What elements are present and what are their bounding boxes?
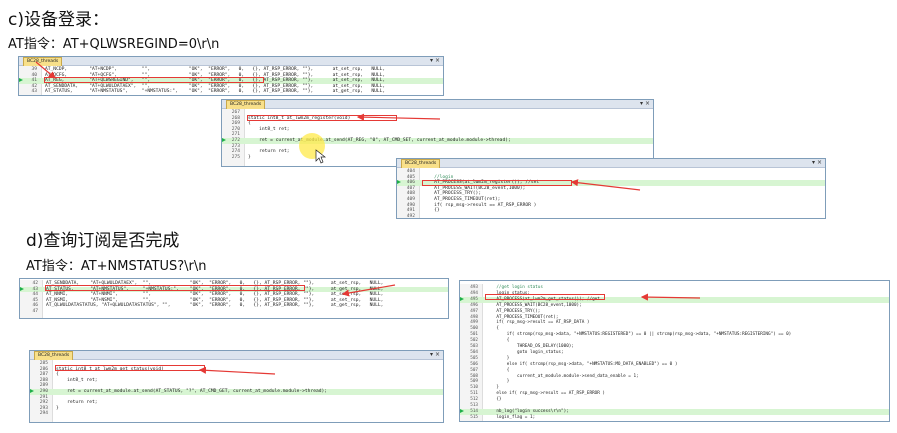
- code-area: 404 405 //login 406 AT_PROCESS(at_lwm2m_re…: [397, 168, 825, 218]
- line-number: 47: [32, 309, 38, 314]
- line-number: 506: [470, 361, 478, 367]
- code-text[interactable]: AT_PROCESS_WAIT(BC28_event,1000);: [486, 303, 581, 309]
- code-window-lwm2m-get-status: BC28_threads ▾ × 285 286 static int8_t at_…: [29, 350, 444, 423]
- line-number: 494: [470, 290, 478, 296]
- code-text[interactable]: }: [248, 155, 251, 161]
- code-window-at-table-1: BC28_threads ▾ × 39 AT_NCDP, "AT+NCDP", "…: [18, 56, 444, 96]
- current-line-marker-icon: [19, 78, 23, 83]
- code-text[interactable]: else if( strcmp(rsp_msg->data, "+NMSTATU…: [486, 362, 678, 368]
- code-line: 43 AT_STATUS, "AT+NMSTATUS", "+NMSTATUS:"…: [19, 89, 443, 95]
- code-text[interactable]: login_flag = 1;: [486, 415, 535, 421]
- code-text[interactable]: }: [486, 356, 510, 362]
- line-number: 504: [470, 349, 478, 355]
- window-controls[interactable]: ▾ ×: [640, 100, 650, 108]
- annotation-box: [485, 294, 605, 301]
- line-number: 43: [31, 89, 37, 95]
- line-number: 275: [231, 154, 240, 160]
- code-area: 285 286 static int8_t at_lwm2m_get_status(…: [30, 360, 443, 422]
- current-line-marker-icon: [460, 297, 464, 302]
- editor-tab[interactable]: BC28_threads: [23, 57, 63, 66]
- annotation-box: [44, 77, 264, 84]
- editor-tab[interactable]: BC28_threads: [34, 351, 74, 360]
- annotation-box: [45, 285, 305, 292]
- code-window-at-table-2: 42 AT_SENDDATA, "AT+QLWULDATAEX", "", "OK…: [19, 278, 449, 319]
- code-text[interactable]: else if( rsp_msg->result == AT_RSP_ERROR…: [486, 391, 605, 397]
- editor-tab[interactable]: BC28_threads: [401, 159, 441, 168]
- line-number: 511: [470, 391, 478, 397]
- line-number: 505: [470, 355, 478, 361]
- code-text[interactable]: nb_log("login success\r\n");: [486, 409, 568, 415]
- window-controls[interactable]: ▾ ×: [430, 57, 440, 65]
- editor-tab-bar: BC28_threads ▾ ×: [397, 159, 825, 168]
- code-text[interactable]: AT_PROCESS_TRY();: [486, 309, 540, 315]
- code-text[interactable]: {: [486, 368, 510, 374]
- code-area: 42 AT_SENDDATA, "AT+QLWULDATAEX", "", "OK…: [20, 280, 448, 318]
- section-d-at-command: AT指令：AT+NMSTATUS?\r\n: [26, 259, 207, 274]
- annotation-box: [422, 180, 572, 187]
- current-line-marker-icon: [30, 389, 34, 394]
- current-line-marker-icon: [460, 409, 464, 414]
- code-window-lwm2m-register: BC28_threads ▾ × 267 268 static int8_t at_…: [221, 99, 654, 167]
- window-controls[interactable]: ▾ ×: [812, 159, 822, 167]
- line-number: 492: [406, 213, 415, 219]
- code-text[interactable]: THREAD_OS_DELAY(1000);: [486, 344, 574, 350]
- line-number: 503: [470, 344, 478, 349]
- annotation-box: [55, 365, 205, 372]
- editor-tab[interactable]: BC28_threads: [226, 100, 266, 109]
- section-c-heading: c)设备登录：: [8, 10, 109, 30]
- code-text[interactable]: AT_STATUS, "AT+NMSTATUS", "+NMSTATUS:", …: [45, 89, 385, 95]
- code-line: 492: [397, 213, 825, 219]
- code-text[interactable]: {}: [486, 397, 501, 403]
- code-window-status-loop: 493 //get login status 494 login_status: 4…: [459, 280, 890, 422]
- code-area: 39 AT_NCDP, "AT+NCDP", "", "OK", "ERROR",…: [19, 66, 443, 95]
- current-line-marker-icon: [222, 138, 226, 143]
- section-c-at-command: AT指令：AT+QLWSREGIND=0\r\n: [8, 37, 220, 52]
- line-number: 507: [470, 367, 478, 373]
- code-text[interactable]: //get login status: [486, 285, 543, 291]
- code-text[interactable]: if( rsp_msg->result == AT_RSP_DATA ): [486, 320, 589, 326]
- code-text[interactable]: goto login_status;: [486, 350, 564, 356]
- editor-tab-bar: BC28_threads ▾ ×: [30, 351, 443, 360]
- section-d-heading: d)查询订阅是否完成: [26, 231, 180, 251]
- code-line: 294: [30, 411, 443, 417]
- current-line-marker-icon: [20, 286, 24, 291]
- line-number: 512: [470, 397, 478, 403]
- line-number: 493: [470, 285, 478, 290]
- line-number: 497: [470, 308, 478, 314]
- annotation-box: [247, 115, 397, 122]
- code-area: 493 //get login status 494 login_status: 4…: [460, 284, 889, 421]
- code-text[interactable]: if( strcmp(rsp_msg->data, "+NMSTATUS:REG…: [486, 332, 792, 338]
- current-line-marker-icon: [397, 180, 401, 185]
- line-number: 502: [470, 338, 478, 344]
- line-number: 514: [470, 408, 478, 414]
- code-window-login-process: BC28_threads ▾ × 404 405 //login 406 AT_PR…: [396, 158, 826, 219]
- line-number: 495: [470, 296, 478, 302]
- line-number: 294: [39, 411, 48, 417]
- code-line: 47: [20, 309, 448, 315]
- editor-tab-bar: BC28_threads ▾ ×: [19, 57, 443, 66]
- window-controls[interactable]: ▾ ×: [430, 351, 440, 359]
- line-number: 501: [470, 332, 478, 338]
- code-line: 515 login_flag = 1;: [460, 415, 889, 421]
- line-number: 513: [470, 403, 478, 408]
- line-number: 515: [470, 414, 478, 420]
- code-text[interactable]: {: [486, 338, 510, 344]
- line-number: 496: [470, 302, 478, 308]
- editor-tab-bar: BC28_threads ▾ ×: [222, 100, 653, 109]
